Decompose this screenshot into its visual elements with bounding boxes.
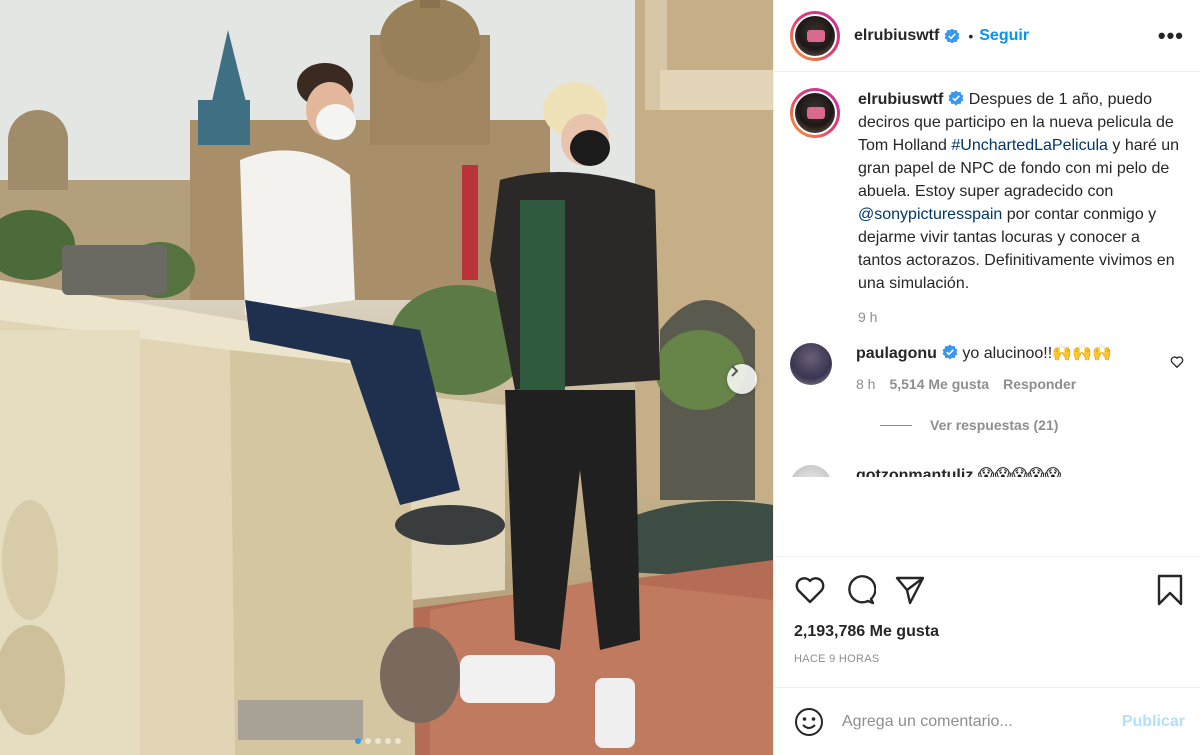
avatar[interactable]: [790, 465, 832, 477]
post-photo[interactable]: [0, 0, 773, 755]
carousel-dot: [395, 738, 401, 744]
carousel-dot: [385, 738, 391, 744]
caption-username[interactable]: elrubiuswtf: [858, 91, 943, 108]
comment-likes[interactable]: 5,514 Me gusta: [889, 376, 989, 392]
comment-input[interactable]: [842, 712, 1122, 731]
carousel-dot: [375, 738, 381, 744]
chevron-right-icon: [731, 365, 739, 377]
verified-badge-icon: [948, 90, 964, 106]
comment-text: yo alucinoo!!🙌🙌🙌: [962, 345, 1112, 362]
instagram-post-modal: elrubiuswtf • Seguir ••• elrubiuswtf Des…: [0, 0, 1200, 755]
replies-divider: [880, 424, 912, 426]
comment-item: gotzonmantuliz 😱😱😱😱😱: [790, 465, 1184, 477]
post-timestamp[interactable]: HACE 9 HORAS: [794, 653, 1184, 665]
carousel-dot: [365, 738, 371, 744]
post-header: elrubiuswtf • Seguir •••: [774, 0, 1200, 72]
view-replies-button[interactable]: Ver respuestas (21): [880, 417, 1184, 433]
avatar[interactable]: [790, 88, 840, 138]
likes-count[interactable]: 2,193,786 Me gusta: [794, 623, 1184, 641]
like-icon[interactable]: [794, 575, 826, 605]
mention-link[interactable]: @sonypicturesspain: [858, 206, 1002, 223]
caption-timestamp[interactable]: 9 h: [858, 309, 1184, 325]
emoji-icon[interactable]: [794, 707, 824, 737]
follow-button[interactable]: Seguir: [979, 27, 1029, 45]
comment-body: gotzonmantuliz 😱😱😱😱😱: [856, 465, 1156, 477]
avatar[interactable]: [790, 343, 832, 385]
share-icon[interactable]: [894, 574, 926, 606]
carousel-indicator: [355, 738, 401, 744]
comment-meta: 8 h 5,514 Me gusta Responder: [856, 376, 1156, 392]
reply-button[interactable]: Responder: [1003, 376, 1076, 392]
comment-username[interactable]: paulagonu: [856, 345, 937, 362]
add-comment-bar: Publicar: [774, 687, 1200, 755]
post-side-panel: elrubiuswtf • Seguir ••• elrubiuswtf Des…: [773, 0, 1200, 755]
verified-badge-icon: [942, 344, 958, 360]
more-options-button[interactable]: •••: [1158, 23, 1184, 49]
comment-body: paulagonu yo alucinoo!!🙌🙌🙌 8 h 5,514 Me …: [856, 343, 1156, 392]
caption: elrubiuswtf Despues de 1 año, puedo deci…: [790, 88, 1184, 295]
verified-badge-icon: [944, 28, 960, 44]
header-username[interactable]: elrubiuswtf: [854, 27, 939, 45]
action-icons-row: [794, 573, 1184, 607]
comment-text: 😱😱😱😱😱: [977, 467, 1062, 477]
comments-section[interactable]: elrubiuswtf Despues de 1 año, puedo deci…: [774, 72, 1200, 556]
comment-username[interactable]: gotzonmantuliz: [856, 467, 973, 477]
comment-time[interactable]: 8 h: [856, 376, 875, 392]
carousel-next-button[interactable]: [727, 364, 757, 394]
post-actions: 2,193,786 Me gusta HACE 9 HORAS: [774, 556, 1200, 681]
bookmark-icon[interactable]: [1156, 574, 1184, 606]
separator-dot: •: [968, 27, 974, 44]
hashtag-link[interactable]: #UnchartedLaPelicula: [951, 137, 1108, 154]
view-replies-label: Ver respuestas (21): [930, 417, 1059, 433]
caption-text: elrubiuswtf Despues de 1 año, puedo deci…: [858, 88, 1184, 295]
photo-illustration: [0, 0, 773, 755]
avatar[interactable]: [790, 10, 840, 61]
comment-item: paulagonu yo alucinoo!!🙌🙌🙌 8 h 5,514 Me …: [790, 343, 1184, 392]
carousel-dot: [355, 738, 361, 744]
comment-like-icon[interactable]: [1170, 355, 1184, 392]
comment-icon[interactable]: [844, 574, 876, 606]
publish-button[interactable]: Publicar: [1122, 713, 1185, 731]
